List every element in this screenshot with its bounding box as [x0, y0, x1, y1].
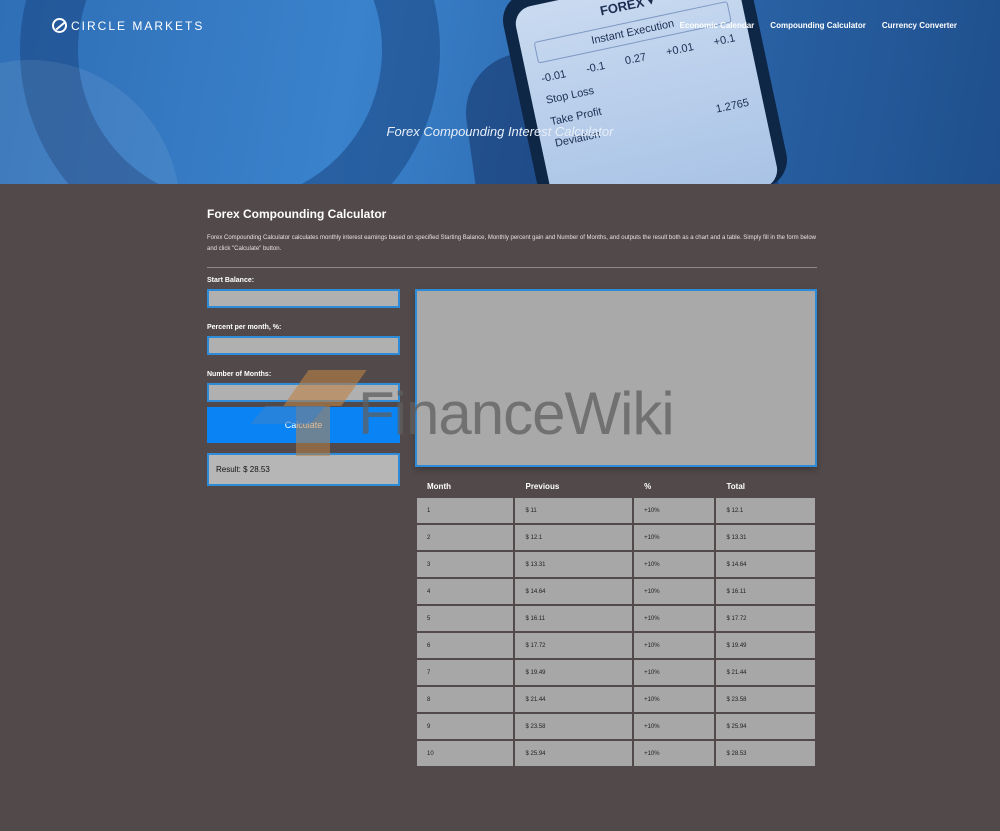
cell-percent: +10%	[634, 741, 715, 766]
cell-previous: $ 17.72	[515, 633, 633, 658]
page-title: Forex Compounding Calculator	[207, 207, 387, 221]
cell-total: $ 13.31	[716, 525, 815, 550]
cell-percent: +10%	[634, 606, 715, 631]
cell-percent: +10%	[634, 579, 715, 604]
table-row: 2 $ 12.1 +10% $ 13.31	[417, 525, 815, 550]
cell-month: 1	[417, 498, 514, 523]
table-row: 9 $ 23.58 +10% $ 25.94	[417, 714, 815, 739]
cell-percent: +10%	[634, 633, 715, 658]
cell-percent: +10%	[634, 714, 715, 739]
cell-total: $ 17.72	[716, 606, 815, 631]
cell-percent: +10%	[634, 498, 715, 523]
cell-total: $ 28.53	[716, 741, 815, 766]
table-row: 1 $ 11 +10% $ 12.1	[417, 498, 815, 523]
main-nav: Economic Calendar Compounding Calculator…	[680, 21, 957, 30]
cell-previous: $ 14.64	[515, 579, 633, 604]
cell-month: 10	[417, 741, 514, 766]
main-content: Forex Compounding Calculator Forex Compo…	[207, 207, 817, 268]
cell-total: $ 19.49	[716, 633, 815, 658]
table-row: 4 $ 14.64 +10% $ 16.11	[417, 579, 815, 604]
cell-previous: $ 23.58	[515, 714, 633, 739]
phone-num: -0.1	[585, 59, 607, 76]
nav-compounding-calculator[interactable]: Compounding Calculator	[770, 21, 866, 30]
cell-previous: $ 12.1	[515, 525, 633, 550]
cell-total: $ 21.44	[716, 660, 815, 685]
cell-total: $ 14.64	[716, 552, 815, 577]
th-total: Total	[726, 482, 745, 491]
th-month: Month	[427, 482, 451, 491]
cell-month: 7	[417, 660, 514, 685]
start-balance-input[interactable]	[207, 289, 400, 308]
circle-slash-icon	[52, 18, 67, 33]
results-table: Month Previous % Total 1 $ 11 +10% $ 12.1 2 $…	[415, 475, 817, 768]
chart-area	[415, 289, 817, 467]
table-row: 10 $ 25.94 +10% $ 28.53	[417, 741, 815, 766]
table-body: 1 $ 11 +10% $ 12.1 2 $ 12.1 +10% $ 13.31 3 $ 13.3…	[417, 498, 815, 766]
months-input[interactable]	[207, 383, 400, 402]
phone-num: +0.01	[665, 41, 695, 59]
phone-num: -0.01	[540, 68, 568, 86]
cell-total: $ 25.94	[716, 714, 815, 739]
cell-month: 5	[417, 606, 514, 631]
cell-previous: $ 19.49	[515, 660, 633, 685]
page-description: Forex Compounding Calculator calculates …	[207, 235, 817, 252]
cell-total: $ 23.58	[716, 687, 815, 712]
cell-month: 6	[417, 633, 514, 658]
cell-total: $ 12.1	[716, 498, 815, 523]
divider	[207, 267, 817, 268]
cell-month: 3	[417, 552, 514, 577]
table-header-row: Month Previous % Total	[417, 477, 815, 496]
table-row: 6 $ 17.72 +10% $ 19.49	[417, 633, 815, 658]
table-row: 5 $ 16.11 +10% $ 17.72	[417, 606, 815, 631]
cell-percent: +10%	[634, 552, 715, 577]
cell-percent: +10%	[634, 660, 715, 685]
cell-previous: $ 13.31	[515, 552, 633, 577]
calculator-form: Start Balance: Percent per month, %: Num…	[207, 277, 400, 486]
table-row: 7 $ 19.49 +10% $ 21.44	[417, 660, 815, 685]
cell-month: 4	[417, 579, 514, 604]
phone-stop-loss: Stop Loss	[544, 84, 596, 107]
nav-currency-converter[interactable]: Currency Converter	[882, 21, 957, 30]
result-box: Result: $ 28.53	[207, 453, 400, 486]
th-percent: %	[644, 482, 652, 491]
start-balance-label: Start Balance:	[207, 277, 255, 284]
percent-input[interactable]	[207, 336, 400, 355]
nav-economic-calendar[interactable]: Economic Calendar	[680, 21, 755, 30]
logo-text: CIRCLE MARKETS	[71, 18, 205, 33]
cell-previous: $ 25.94	[515, 741, 633, 766]
cell-previous: $ 16.11	[515, 606, 633, 631]
hero-title: Forex Compounding Interest Calculator	[386, 124, 614, 139]
cell-percent: +10%	[634, 687, 715, 712]
table-row: 3 $ 13.31 +10% $ 14.64	[417, 552, 815, 577]
site-logo[interactable]: CIRCLE MARKETS	[52, 18, 204, 33]
th-previous: Previous	[525, 482, 560, 491]
cell-percent: +10%	[634, 525, 715, 550]
months-label: Number of Months:	[207, 371, 272, 378]
calculate-button[interactable]: Calculate	[207, 407, 400, 443]
cell-month: 9	[417, 714, 514, 739]
cell-month: 2	[417, 525, 514, 550]
phone-price: 1.2765	[714, 96, 751, 116]
cell-month: 8	[417, 687, 514, 712]
phone-num: 0.27	[623, 51, 648, 68]
table-row: 8 $ 21.44 +10% $ 23.58	[417, 687, 815, 712]
cell-total: $ 16.11	[716, 579, 815, 604]
percent-label: Percent per month, %:	[207, 324, 282, 331]
cell-previous: $ 11	[515, 498, 633, 523]
phone-num: +0.1	[712, 32, 737, 49]
cell-previous: $ 21.44	[515, 687, 633, 712]
